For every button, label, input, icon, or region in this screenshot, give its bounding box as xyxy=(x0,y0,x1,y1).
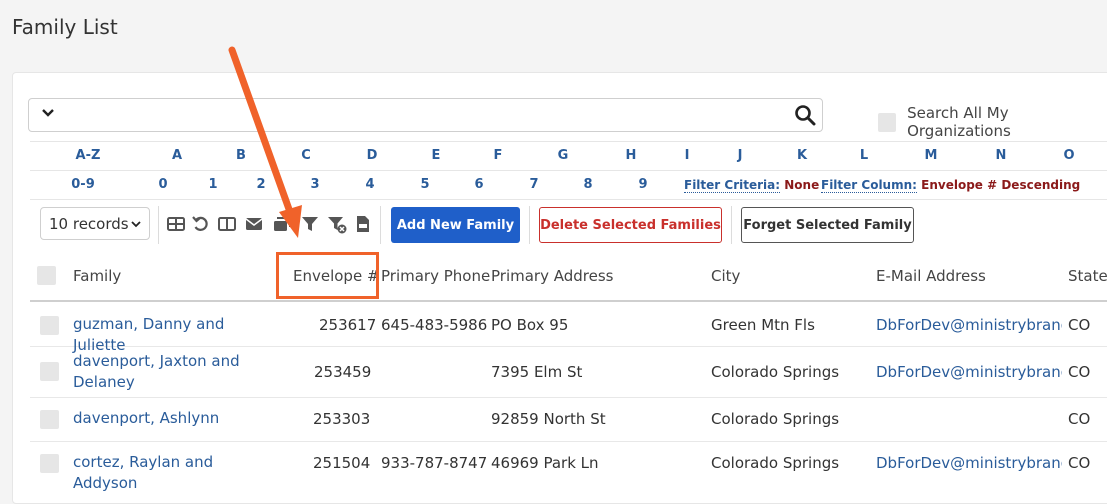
annotation-arrow xyxy=(228,46,302,238)
